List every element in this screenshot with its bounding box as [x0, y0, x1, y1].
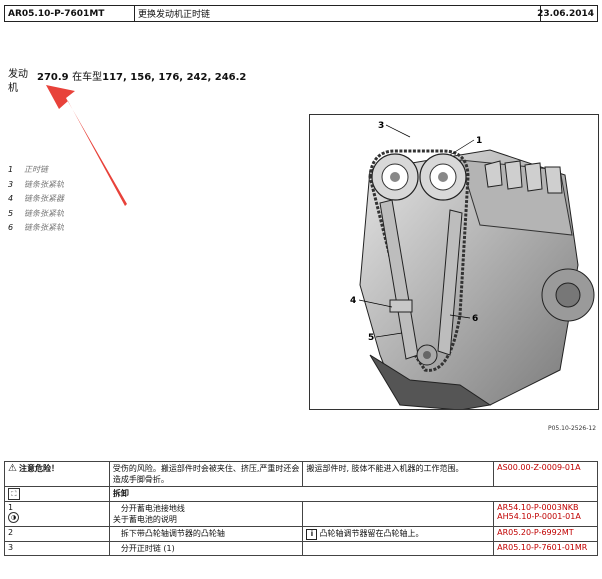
- step-text-cell: 分开蓄电池接地线 关于蓄电池的说明: [108, 501, 304, 527]
- callout-6: 6: [472, 314, 478, 324]
- step-line: 分开蓄电池接地线: [120, 504, 185, 513]
- in-model-text: 在车型: [72, 72, 103, 83]
- step-line: 关于蓄电池的说明: [112, 515, 177, 524]
- engine-figure: 3 1 4 6 5: [309, 114, 599, 410]
- step-number: 3: [4, 541, 110, 556]
- legend-text: 链条张紧轨: [24, 223, 64, 232]
- warning-title-cell: ⚠ 注意危险！: [4, 461, 110, 487]
- legend: 1 正时链 3 链条张紧轨 4 链条张紧器 5 链条张紧轨 6 链条张紧轨: [8, 163, 64, 236]
- step-note: 凸轮轴调节器留在凸轮轴上。: [319, 529, 424, 538]
- engine-applicability: 270.9 在车型117, 156, 176, 242, 246.2: [37, 68, 246, 83]
- step-ref-cell: AR54.10-P-0003NKB AH54.10-P-0001-01A: [493, 501, 598, 527]
- legend-number: 3: [8, 179, 14, 189]
- step-line: 拆下带凸轮轴调节器的凸轮轴: [120, 529, 225, 538]
- warning-measure-cell: 搬运部件时, 肢体不能进入机器的工作范围。: [302, 461, 495, 487]
- legend-number: 5: [8, 208, 14, 218]
- warning-title: 注意危险！: [18, 464, 59, 473]
- step-text-cell: 分开正时链 (1): [108, 541, 304, 556]
- legend-text: 正时链: [24, 165, 48, 174]
- legend-item: 3 链条张紧轨: [8, 178, 64, 193]
- step-ref-link[interactable]: AR05.10-P-7601-01MR: [493, 541, 598, 556]
- removal-icon-cell: ⛶: [4, 486, 110, 502]
- legend-text: 链条张紧器: [24, 194, 64, 203]
- warning-ref[interactable]: AS00.00-Z-0009-01A: [493, 461, 598, 487]
- step-note-cell: i 凸轮轴调节器留在凸轮轴上。: [302, 526, 495, 542]
- step-row-1: 1 ◑ 分开蓄电池接地线 关于蓄电池的说明 AR54.10-P-0003NKB …: [4, 501, 598, 527]
- step-ref-link[interactable]: AR05.20-P-6992MT: [493, 526, 598, 542]
- callout-1: 1: [476, 136, 482, 146]
- warning-row: ⚠ 注意危险！ 受伤的风险。搬运部件时会被夹住、挤压,严重时还会造成手脚骨折。 搬…: [4, 461, 598, 487]
- doc-title: 更换发动机正时链: [135, 6, 541, 21]
- removal-row: ⛶ 拆卸: [4, 486, 599, 502]
- removal-icon: ⛶: [8, 488, 20, 500]
- removal-label: 拆卸: [108, 486, 599, 502]
- legend-text: 链条张紧轨: [24, 179, 64, 189]
- warning-risk-cell: 受伤的风险。搬运部件时会被夹住、挤压,严重时还会造成手脚骨折。: [108, 461, 304, 487]
- info-circle-icon: ◑: [8, 512, 19, 523]
- callout-4: 4: [350, 296, 356, 306]
- warning-triangle-icon: ⚠: [8, 463, 17, 474]
- legend-number: 1: [8, 165, 14, 174]
- step-line: 分开正时链 (1): [120, 544, 175, 553]
- doc-id: AR05.10-P-7601MT: [5, 6, 135, 21]
- step-number: 2: [4, 526, 110, 542]
- step-text-cell: 拆下带凸轮轴调节器的凸轮轴: [108, 526, 304, 542]
- legend-item: 1 正时链: [8, 163, 64, 178]
- step-num-cell: 1 ◑: [4, 501, 110, 527]
- legend-number: 4: [8, 194, 14, 203]
- figure-caption: P05.10-2526-12: [548, 425, 597, 432]
- model-list: 117, 156, 176, 242, 246.2: [102, 72, 247, 83]
- legend-number: 6: [8, 223, 14, 232]
- callout-5: 5: [368, 333, 374, 343]
- step-note-cell: [302, 501, 495, 527]
- engine-code: 270.9: [37, 72, 69, 83]
- step-row-3: 3 分开正时链 (1) AR05.10-P-7601-01MR: [4, 541, 598, 556]
- step-note-cell: [302, 541, 495, 556]
- step-number: 1: [8, 503, 14, 512]
- legend-text: 链条张紧轨: [24, 208, 64, 218]
- callout-3: 3: [378, 121, 384, 131]
- doc-date: 23.06.2014: [537, 8, 594, 19]
- engine-illustration: 3 1 4 6 5: [350, 121, 595, 409]
- step-ref-link[interactable]: AR54.10-P-0003NKB: [497, 503, 594, 512]
- legend-item: 5 链条张紧轨: [8, 207, 64, 222]
- engine-label: 发动机: [8, 68, 32, 96]
- info-icon: i: [306, 529, 318, 540]
- legend-item: 6 链条张紧轨: [8, 221, 64, 236]
- step-row-2: 2 拆下带凸轮轴调节器的凸轮轴 i 凸轮轴调节器留在凸轮轴上。 AR05.20-P…: [4, 526, 598, 542]
- document-header: AR05.10-P-7601MT 更换发动机正时链 23.06.2014: [4, 5, 598, 22]
- procedure-table: ⚠ 注意危险！ 受伤的风险。搬运部件时会被夹住、挤压,严重时还会造成手脚骨折。 搬…: [4, 461, 599, 556]
- legend-item: 4 链条张紧器: [8, 192, 64, 207]
- step-ref-link[interactable]: AH54.10-P-0001-01A: [497, 512, 594, 521]
- engine-label-text: 发动机: [8, 69, 28, 94]
